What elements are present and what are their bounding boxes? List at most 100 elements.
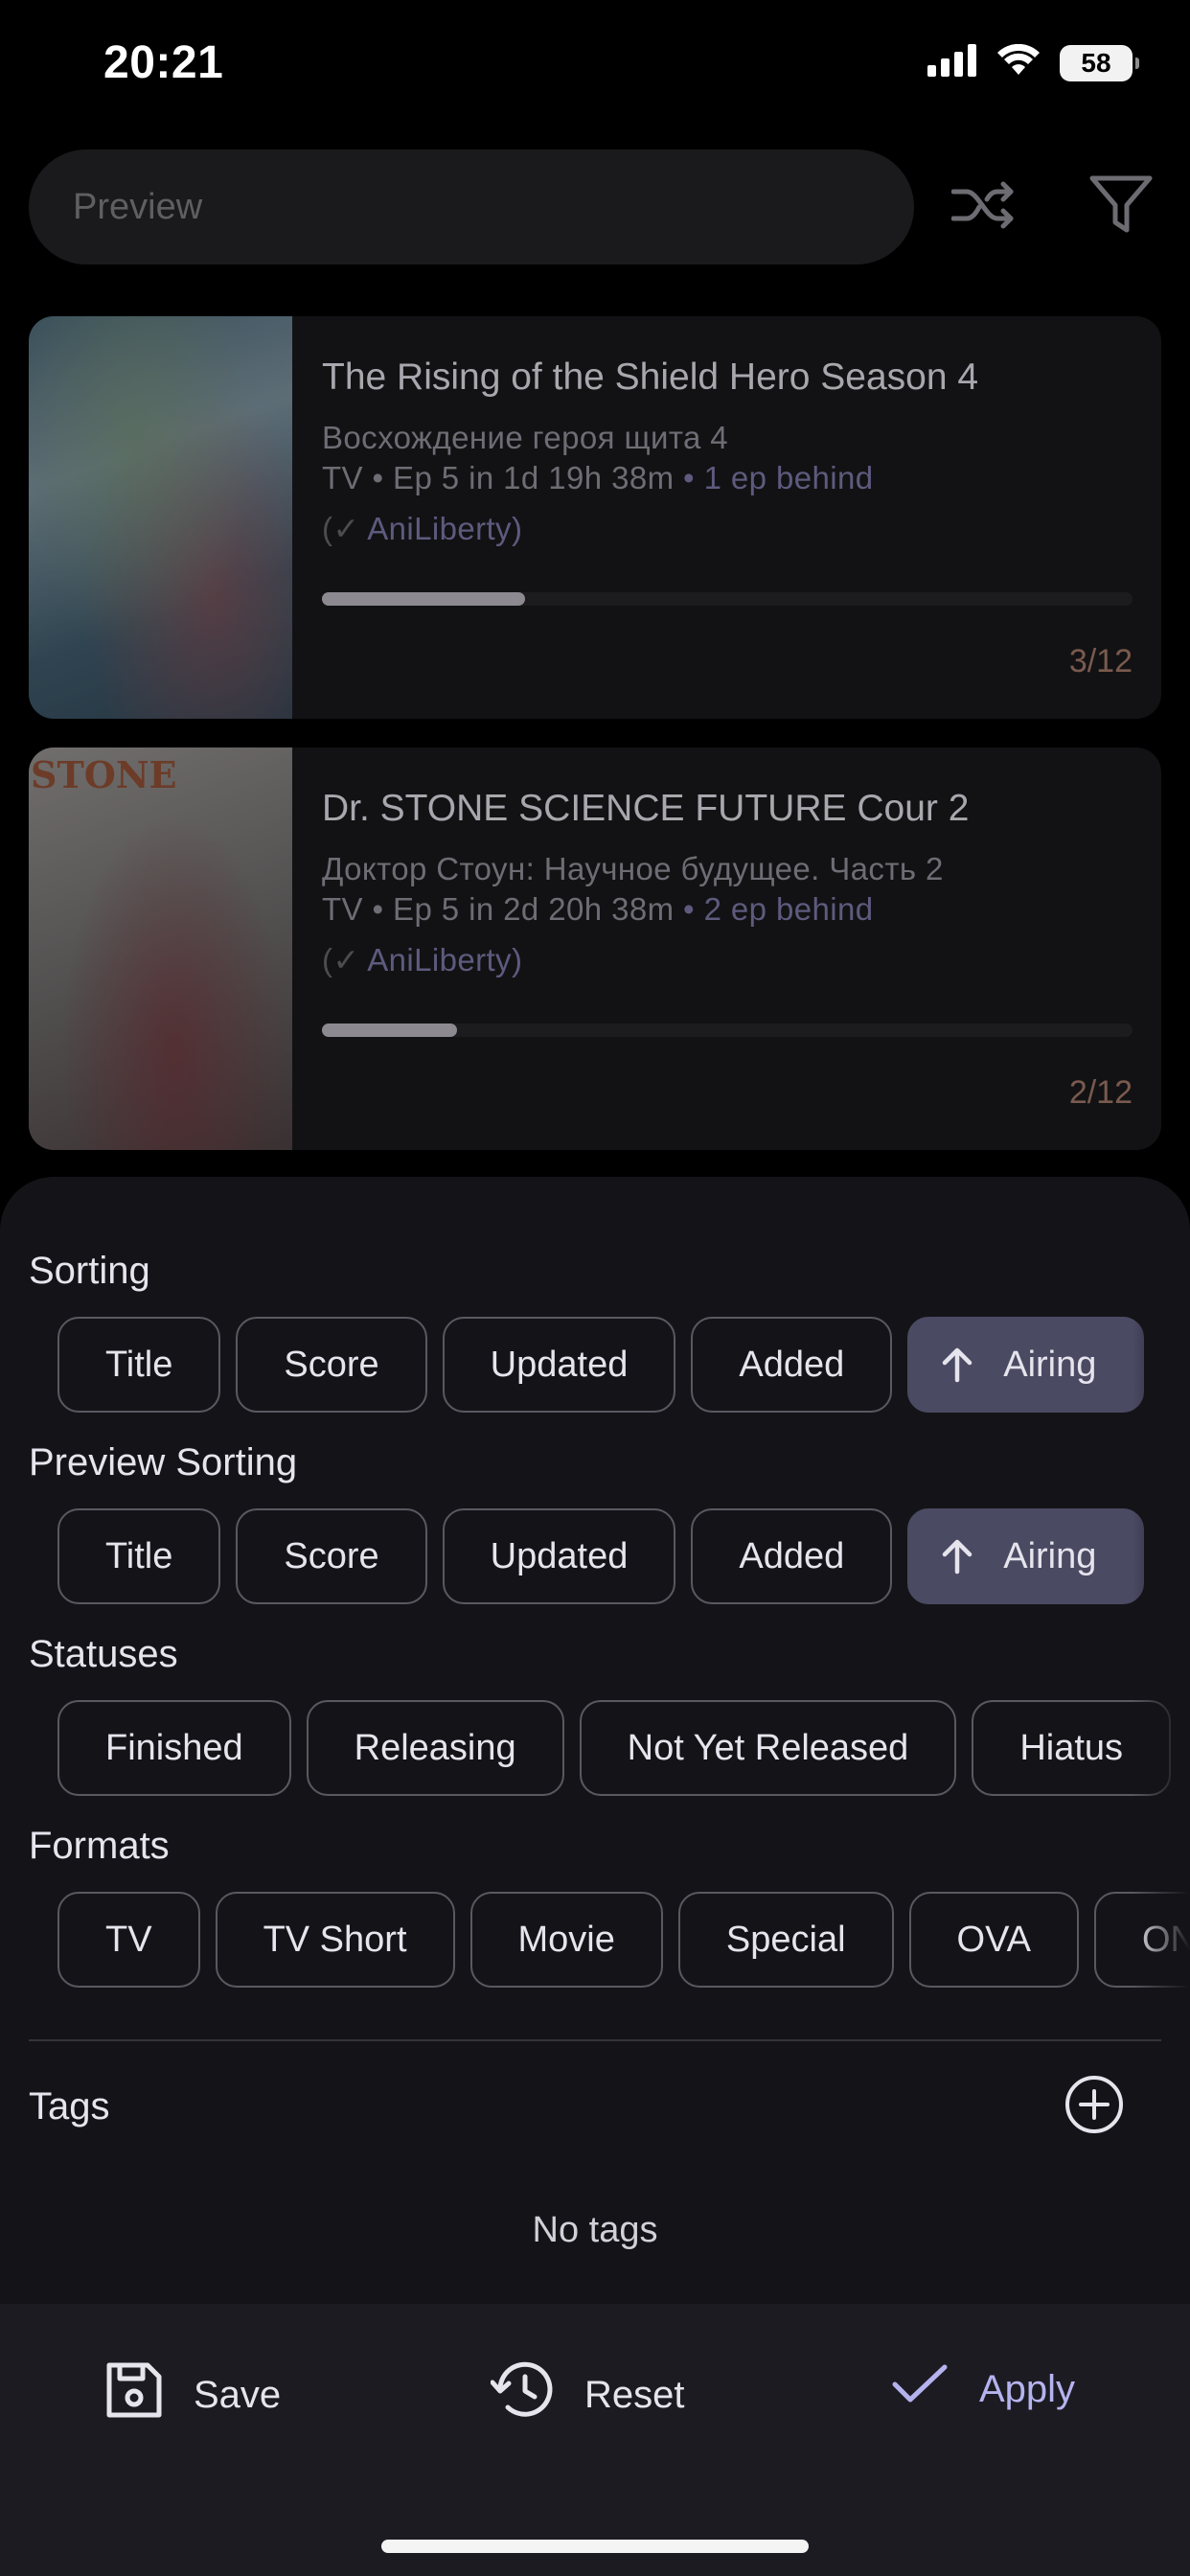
chip-label: TV Short [263, 1919, 407, 1960]
airing-info: TV • Ep 5 in 1d 19h 38m [322, 460, 675, 495]
chip-label: Score [284, 1535, 379, 1576]
chip-label: Finished [105, 1727, 243, 1768]
filter-chip[interactable]: OVA [908, 1892, 1079, 1988]
arrow-up-icon [938, 1346, 976, 1384]
episode-count: 2/12 [1068, 1074, 1133, 1111]
filter-chip[interactable]: Special [677, 1892, 894, 1988]
statuses-chips: Finished Releasing Not Yet Released Hiatus [57, 1700, 1190, 1796]
preview-sorting-chips: Title Score Updated Added Airing [57, 1508, 1190, 1604]
filter-chip[interactable]: Added [691, 1317, 893, 1413]
chip-label: Title [105, 1535, 173, 1576]
chip-label: OVA [956, 1919, 1031, 1960]
filter-chip[interactable]: ONA [1093, 1892, 1190, 1988]
filter-chip[interactable]: Airing [907, 1508, 1145, 1604]
check-icon: ✓ [332, 511, 360, 546]
chip-label: Movie [517, 1919, 615, 1960]
chip-label: Added [739, 1344, 845, 1385]
apply-label: Apply [979, 2367, 1076, 2410]
media-card[interactable]: The Rising of the Shield Hero Season 4 В… [29, 316, 1161, 719]
history-icon [490, 2361, 554, 2428]
chip-label: Added [739, 1535, 845, 1576]
chip-label: Airing [1003, 1535, 1097, 1576]
reset-label: Reset [584, 2373, 685, 2416]
chip-label: Hiatus [1019, 1727, 1124, 1768]
card-body: The Rising of the Shield Hero Season 4 В… [322, 316, 1133, 719]
behind-info: • 2 ep behind [683, 891, 874, 927]
sorting-chips: Title Score Updated Added Airing [57, 1317, 1190, 1413]
filter-chip[interactable]: Releasing [306, 1700, 564, 1796]
filter-chip[interactable]: Finished [57, 1700, 291, 1796]
signal-icon [927, 44, 977, 81]
airing-info: TV • Ep 5 in 2d 20h 38m [322, 891, 675, 927]
formats-label: Formats [29, 1825, 170, 1867]
reset-button[interactable]: Reset [490, 2361, 685, 2428]
progress-fill [322, 592, 525, 606]
progress-bar [322, 592, 1133, 606]
preview-sorting-label: Preview Sorting [29, 1441, 298, 1484]
filter-chip[interactable]: Movie [469, 1892, 663, 1988]
chip-label: Releasing [354, 1727, 516, 1768]
chip-label: Airing [1003, 1344, 1097, 1385]
chip-label: Score [284, 1344, 379, 1385]
card-alt-title: Доктор Стоун: Научное будущее. Часть 2 [322, 851, 944, 886]
filter-chip[interactable]: Score [236, 1508, 427, 1604]
save-button[interactable]: Save [105, 2361, 281, 2428]
home-indicator [381, 2540, 809, 2553]
episode-count: 3/12 [1068, 643, 1133, 679]
wifi-icon [996, 43, 1041, 81]
statuses-label: Statuses [29, 1633, 178, 1675]
chip-label: Updated [490, 1344, 629, 1385]
divider [29, 2039, 1161, 2041]
chip-label: ONA [1141, 1919, 1190, 1960]
filter-button[interactable] [1083, 169, 1159, 245]
filter-chip[interactable]: Not Yet Released [579, 1700, 957, 1796]
card-title: Dr. STONE SCIENCE FUTURE Cour 2 [322, 788, 970, 829]
filter-chip[interactable]: Score [236, 1317, 427, 1413]
source-name: AniLiberty) [367, 942, 523, 978]
filter-chip[interactable]: Added [691, 1508, 893, 1604]
source-open: ( [322, 942, 333, 978]
plus-circle-icon [1064, 2076, 1125, 2139]
shuffle-button[interactable] [945, 169, 1021, 245]
card-info: TV • Ep 5 in 2d 20h 38m • 2 ep behind [322, 891, 873, 928]
sorting-label: Sorting [29, 1250, 150, 1292]
search-bar[interactable] [29, 150, 914, 264]
progress-bar [322, 1024, 1133, 1037]
progress-fill [322, 1024, 458, 1037]
cover-image [29, 316, 292, 719]
behind-info: • 1 ep behind [683, 460, 874, 495]
chip-label: Not Yet Released [627, 1727, 909, 1768]
add-tag-button[interactable] [1064, 2074, 1125, 2135]
card-body: Dr. STONE SCIENCE FUTURE Cour 2 Доктор С… [322, 748, 1133, 1150]
formats-chips: TV TV Short Movie Special OVA ONA [57, 1892, 1190, 1988]
shuffle-icon [950, 180, 1015, 235]
check-icon [891, 2361, 949, 2417]
card-title: The Rising of the Shield Hero Season 4 [322, 356, 979, 398]
action-bar: Save Reset Apply [0, 2304, 1190, 2576]
filter-chip[interactable]: Updated [442, 1508, 676, 1604]
filter-chip[interactable]: Title [57, 1508, 221, 1604]
filter-chip[interactable]: Hiatus [972, 1700, 1172, 1796]
card-source: (✓ AniLiberty) [322, 510, 522, 547]
filter-chip[interactable]: TV Short [215, 1892, 455, 1988]
search-input[interactable] [73, 186, 914, 228]
cover-image: STONE [29, 748, 292, 1150]
filter-chip[interactable]: Title [57, 1317, 221, 1413]
status-bar: 20:21 58 [0, 0, 1190, 134]
no-tags-text: No tags [532, 2210, 658, 2250]
card-info: TV • Ep 5 in 1d 19h 38m • 1 ep behind [322, 460, 873, 496]
chip-label: Title [105, 1344, 173, 1385]
filter-chip[interactable]: Airing [907, 1317, 1145, 1413]
chip-label: Updated [490, 1535, 629, 1576]
filter-icon [1088, 174, 1154, 241]
filter-chip[interactable]: TV [57, 1892, 200, 1988]
cover-logo: STONE [31, 753, 177, 796]
status-time: 20:21 [103, 37, 224, 88]
card-alt-title: Восхождение героя щита 4 [322, 420, 729, 455]
status-icons: 58 [927, 43, 1139, 81]
apply-button[interactable]: Apply [891, 2361, 1075, 2417]
media-card[interactable]: STONE Dr. STONE SCIENCE FUTURE Cour 2 До… [29, 748, 1161, 1150]
battery-icon: 58 [1060, 44, 1139, 81]
save-icon [105, 2361, 163, 2428]
filter-chip[interactable]: Updated [442, 1317, 676, 1413]
